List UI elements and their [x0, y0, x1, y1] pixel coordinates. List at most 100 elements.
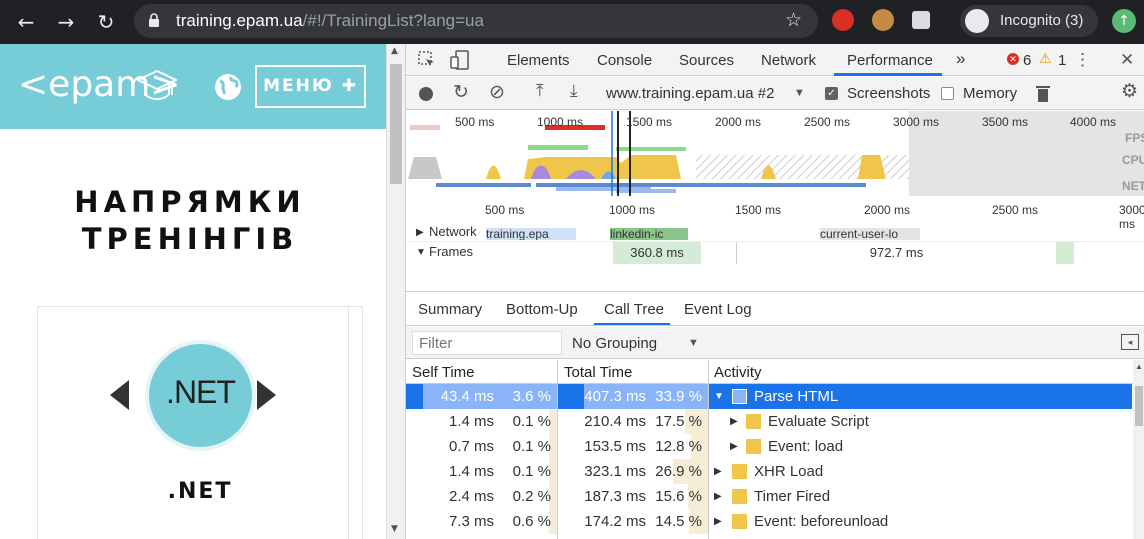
category-swatch-icon — [732, 389, 747, 404]
incognito-badge[interactable]: Incognito (3) — [960, 5, 1098, 37]
clear-icon[interactable]: ⊘ — [489, 81, 505, 104]
call-tree-row[interactable]: 43.4 ms 3.6 % 407.3 ms 33.9 % ▼ Parse HTML — [406, 384, 1132, 409]
tab-call-tree[interactable]: Call Tree — [604, 301, 664, 318]
net-lane-label: NET — [1122, 179, 1144, 193]
total-percent: 26.9 % — [655, 463, 702, 480]
kebab-menu-icon[interactable]: ⋮ — [1074, 50, 1091, 70]
tab-elements[interactable]: Elements — [507, 52, 570, 69]
globe-icon[interactable] — [214, 73, 242, 101]
menu-button[interactable]: МЕНЮ ✚ — [255, 65, 366, 108]
tab-sources[interactable]: Sources — [679, 52, 734, 69]
record-icon[interactable] — [419, 87, 433, 101]
network-request[interactable]: current-user-lo — [820, 228, 920, 240]
bookmark-star-icon[interactable]: ☆ — [785, 9, 802, 31]
error-count[interactable]: 6 — [1023, 52, 1031, 69]
column-self-time[interactable]: Self Time — [406, 360, 557, 384]
page-scrollbar[interactable]: ▲ ▼ — [386, 44, 405, 539]
update-icon[interactable]: ↑ — [1112, 9, 1136, 33]
carousel-next-icon[interactable] — [257, 380, 276, 410]
graduation-cap-icon — [137, 69, 177, 101]
self-time: 1.4 ms — [448, 463, 494, 480]
scroll-up-icon[interactable]: ▲ — [391, 46, 398, 56]
memory-checkbox[interactable] — [941, 87, 954, 100]
card-title[interactable]: .NET — [38, 479, 362, 504]
trash-icon[interactable] — [1036, 85, 1050, 102]
reload-icon[interactable]: ↻ — [92, 8, 120, 36]
tab-performance[interactable]: Performance — [847, 52, 933, 69]
frame-block[interactable]: 360.8 ms — [613, 242, 701, 264]
frames-track[interactable]: ▼ Frames 360.8 ms 972.7 ms — [406, 242, 1144, 266]
column-activity[interactable]: Activity — [708, 360, 1133, 384]
grouping-select[interactable]: No Grouping — [572, 335, 657, 352]
details-tab-bar: Summary Bottom-Up Call Tree Event Log — [406, 294, 1144, 326]
expand-icon[interactable]: ▶ — [730, 416, 738, 427]
reload-record-icon[interactable]: ↻ — [453, 81, 469, 104]
total-time: 407.3 ms — [584, 388, 646, 405]
collapse-icon[interactable]: ▼ — [416, 247, 426, 258]
site-header: <epam> МЕНЮ ✚ — [0, 44, 386, 129]
self-percent: 0.1 % — [512, 463, 551, 480]
total-time: 187.3 ms — [584, 488, 646, 505]
expand-icon[interactable]: ▶ — [730, 441, 738, 452]
frame-block[interactable]: 972.7 ms — [736, 242, 1056, 264]
call-tree-row[interactable]: 1.4 ms 0.1 % 210.4 ms 17.5 % ▶ Evaluate Scrip… — [406, 409, 1132, 434]
scrollbar-thumb[interactable] — [390, 64, 402, 184]
chevron-down-icon[interactable]: ▼ — [794, 87, 805, 99]
flame-tick: 1000 ms — [609, 203, 656, 217]
self-time: 2.4 ms — [448, 488, 494, 505]
filter-input[interactable] — [412, 331, 562, 355]
flame-tick: 500 ms — [485, 203, 525, 217]
call-tree-row[interactable]: 1.4 ms 0.1 % 323.1 ms 26.9 % ▶ XHR Load — [406, 459, 1132, 484]
carousel-prev-icon[interactable] — [110, 380, 129, 410]
frame-block[interactable] — [1056, 242, 1074, 264]
warning-count[interactable]: 1 — [1058, 52, 1066, 69]
call-tree-row[interactable]: 0.7 ms 0.1 % 153.5 ms 12.8 % ▶ Event: load — [406, 434, 1132, 459]
scroll-down-icon[interactable]: ▼ — [391, 524, 398, 534]
tab-console[interactable]: Console — [597, 52, 652, 69]
scroll-up-icon[interactable]: ▲ — [1135, 362, 1143, 371]
download-icon[interactable]: ⤓ — [570, 81, 578, 101]
toggle-sidebar-icon[interactable]: ◂ — [1121, 334, 1139, 350]
self-time: 7.3 ms — [448, 513, 494, 530]
category-swatch-icon — [746, 414, 761, 429]
more-tabs-icon[interactable]: » — [956, 49, 965, 69]
tab-event-log[interactable]: Event Log — [684, 301, 752, 318]
tab-summary[interactable]: Summary — [418, 301, 482, 318]
address-bar[interactable]: training.epam.ua/#!/TrainingList?lang=ua… — [134, 4, 818, 38]
expand-icon[interactable]: ▶ — [714, 491, 722, 502]
eraser-extension-icon[interactable] — [912, 11, 930, 29]
flame-chart[interactable]: 500 ms 500 ms 1000 ms 1500 ms 2000 ms 25… — [406, 196, 1144, 292]
network-track[interactable]: ▶ Network training.epa linkedin-ic curre… — [406, 224, 1144, 242]
settings-gear-icon[interactable]: ⚙ — [1121, 80, 1138, 103]
column-total-time[interactable]: Total Time — [558, 360, 708, 384]
profile-select[interactable]: www.training.epam.ua #2 — [606, 85, 774, 102]
table-scrollbar[interactable]: ▲ — [1133, 360, 1144, 539]
call-tree-row[interactable]: 7.3 ms 0.6 % 174.2 ms 14.5 % ▶ Event: beforeu… — [406, 509, 1132, 534]
overview-tick: 2000 ms — [715, 115, 762, 129]
tab-bottom-up[interactable]: Bottom-Up — [506, 301, 578, 318]
close-devtools-icon[interactable]: ✕ — [1120, 50, 1134, 70]
card-divider — [348, 307, 349, 539]
training-card[interactable]: .NET .NET — [37, 306, 363, 539]
cookie-extension-icon[interactable] — [872, 9, 894, 31]
self-time: 1.4 ms — [448, 413, 494, 430]
adblock-extension-icon[interactable] — [832, 9, 854, 31]
network-request[interactable]: linkedin-ic — [610, 228, 688, 240]
screenshots-checkbox[interactable]: ✓ — [825, 87, 838, 100]
device-toolbar-icon[interactable] — [450, 50, 470, 70]
call-tree-row[interactable]: 2.4 ms 0.2 % 187.3 ms 15.6 % ▶ Timer Fired — [406, 484, 1132, 509]
chevron-down-icon[interactable]: ▼ — [688, 337, 699, 349]
scrollbar-thumb[interactable] — [1135, 386, 1143, 426]
forward-icon[interactable]: → — [52, 8, 80, 36]
inspect-element-icon[interactable] — [418, 51, 436, 69]
expand-icon[interactable]: ▶ — [714, 516, 722, 527]
browser-toolbar: ← → ↻ training.epam.ua/#!/TrainingList?l… — [0, 0, 1144, 44]
network-request[interactable]: training.epa — [486, 228, 576, 240]
tab-network[interactable]: Network — [761, 52, 816, 69]
collapse-icon[interactable]: ▼ — [714, 391, 724, 402]
expand-icon[interactable]: ▶ — [714, 466, 722, 477]
expand-icon[interactable]: ▶ — [416, 227, 424, 238]
total-percent: 12.8 % — [655, 438, 702, 455]
back-icon[interactable]: ← — [12, 8, 40, 36]
upload-icon[interactable]: ⤒ — [536, 81, 544, 101]
